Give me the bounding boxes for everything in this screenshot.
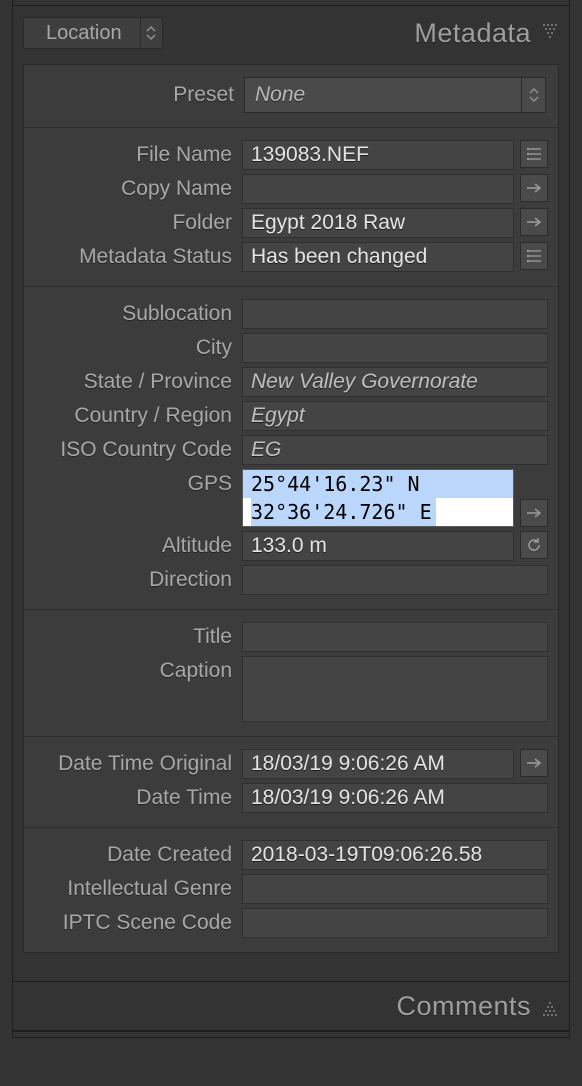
file-group: File Name 139083.NEF Copy Name — [24, 128, 558, 287]
gps-lon: 32°36'24.726" E — [251, 498, 436, 526]
dt-label: Date Time — [34, 783, 242, 813]
folder-field[interactable]: Egypt 2018 Raw — [242, 208, 514, 238]
goto-icon[interactable] — [520, 208, 548, 236]
location-group: Sublocation City State / Province New Va… — [24, 287, 558, 610]
dt-field[interactable]: 18/03/19 9:06:26 AM — [242, 783, 548, 813]
list-icon[interactable] — [520, 140, 548, 168]
metadata-status-label: Metadata Status — [34, 242, 242, 272]
genre-field[interactable] — [242, 874, 548, 904]
title-label: Title — [34, 622, 242, 652]
goto-icon[interactable] — [520, 499, 548, 527]
scene-field[interactable] — [242, 908, 548, 938]
metadata-set-label: Location — [24, 17, 140, 49]
caption-field[interactable] — [242, 656, 548, 722]
metadata-body: Preset None File Name 139083.NEF — [23, 64, 559, 953]
metadata-set-selector[interactable]: Location — [23, 17, 163, 49]
preset-dropdown[interactable]: None — [244, 77, 546, 113]
state-label: State / Province — [34, 367, 242, 397]
description-group: Title Caption — [24, 610, 558, 737]
panel-bottom-edge — [13, 1031, 569, 1037]
comments-panel-header: Comments — [13, 981, 569, 1031]
city-field[interactable] — [242, 333, 548, 363]
refresh-icon[interactable] — [520, 531, 548, 559]
preset-row: Preset None — [24, 65, 558, 128]
caption-label: Caption — [34, 656, 242, 686]
gps-label: GPS — [34, 469, 242, 499]
date-created-field[interactable]: 2018-03-19T09:06:26.58 — [242, 840, 548, 870]
file-name-label: File Name — [34, 140, 242, 170]
goto-icon[interactable] — [520, 749, 548, 777]
metadata-filter-icon[interactable] — [541, 22, 559, 45]
datetime-group: Date Time Original 18/03/19 9:06:26 AM D… — [24, 737, 558, 828]
stepper-icon[interactable] — [140, 17, 162, 49]
copy-name-label: Copy Name — [34, 174, 242, 204]
gps-field[interactable]: 25°44'16.23" N 32°36'24.726" E — [242, 469, 514, 527]
file-name-field[interactable]: 139083.NEF — [242, 140, 514, 170]
direction-field[interactable] — [242, 565, 548, 595]
altitude-field[interactable]: 133.0 m — [242, 531, 514, 561]
direction-label: Direction — [34, 565, 242, 595]
preset-value: None — [245, 83, 521, 107]
metadata-panel-header: Location Metadata — [13, 6, 569, 60]
genre-label: Intellectual Genre — [34, 874, 242, 904]
dt-orig-field[interactable]: 18/03/19 9:06:26 AM — [242, 749, 514, 779]
copy-name-field[interactable] — [242, 174, 514, 204]
state-field[interactable]: New Valley Governorate — [242, 367, 548, 397]
metadata-status-field[interactable]: Has been changed — [242, 242, 514, 272]
expand-icon[interactable] — [541, 995, 559, 1018]
country-label: Country / Region — [34, 401, 242, 431]
iso-label: ISO Country Code — [34, 435, 242, 465]
scene-label: IPTC Scene Code — [34, 908, 242, 938]
iptc-group: Date Created 2018-03-19T09:06:26.58 Inte… — [24, 828, 558, 952]
gps-lat: 25°44'16.23" N — [251, 472, 420, 496]
list-icon[interactable] — [520, 242, 548, 270]
folder-label: Folder — [34, 208, 242, 238]
title-field[interactable] — [242, 622, 548, 652]
date-created-label: Date Created — [34, 840, 242, 870]
altitude-label: Altitude — [34, 531, 242, 561]
iso-field[interactable]: EG — [242, 435, 548, 465]
panel-title[interactable]: Metadata — [414, 18, 531, 49]
sublocation-label: Sublocation — [34, 299, 242, 329]
country-field[interactable]: Egypt — [242, 401, 548, 431]
goto-icon[interactable] — [520, 174, 548, 202]
preset-label: Preset — [36, 77, 244, 113]
metadata-panel: Location Metadata Preset None — [12, 0, 570, 1038]
stepper-icon[interactable] — [521, 78, 545, 112]
comments-title[interactable]: Comments — [396, 991, 531, 1022]
dt-orig-label: Date Time Original — [34, 749, 242, 779]
sublocation-field[interactable] — [242, 299, 548, 329]
city-label: City — [34, 333, 242, 363]
